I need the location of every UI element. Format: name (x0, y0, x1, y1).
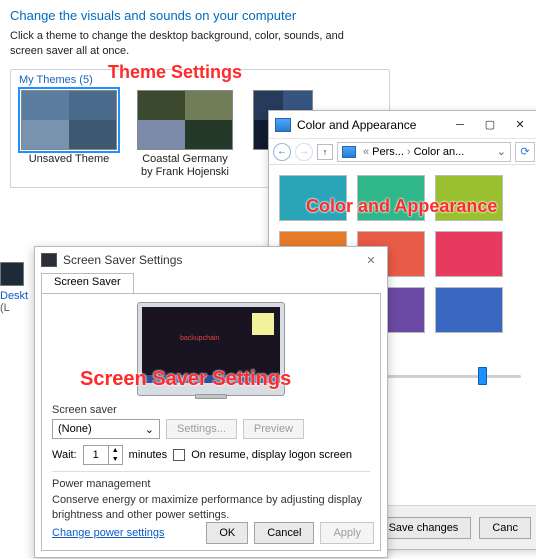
preview-button: Preview (243, 419, 304, 439)
slider-thumb[interactable] (478, 367, 487, 385)
theme-item[interactable]: Unsaved Theme (19, 90, 119, 179)
power-management-label: Power management (52, 478, 370, 490)
window-icon (41, 253, 57, 267)
cancel-button[interactable]: Cancel (254, 522, 314, 544)
color-swatch[interactable] (357, 175, 425, 221)
ok-button[interactable]: OK (206, 522, 248, 544)
theme-name: Coastal Germany by Frank Hojenski (135, 153, 235, 179)
screen-saver-window: Screen Saver Settings ✕ Screen Saver bac… (34, 246, 388, 558)
wait-label: Wait: (52, 449, 77, 461)
color-swatch[interactable] (435, 231, 503, 277)
chevron-down-icon: ⌄ (145, 423, 154, 436)
breadcrumb[interactable]: « Pers... › Color an... ⌄ (337, 142, 511, 162)
color-swatch[interactable] (279, 175, 347, 221)
preview-monitor: backupchain (137, 302, 285, 396)
minimize-button[interactable]: ─ (447, 116, 473, 134)
window-title: Color and Appearance (297, 118, 447, 132)
preview-logo: backupchain (180, 335, 219, 342)
wait-spinner[interactable]: ▲▼ (83, 445, 123, 465)
spin-up-icon[interactable]: ▲ (108, 446, 122, 455)
page-title: Change the visuals and sounds on your co… (10, 8, 390, 23)
chevron-down-icon[interactable]: ⌄ (497, 145, 506, 158)
theme-name: Unsaved Theme (29, 153, 110, 166)
sticky-note-icon (252, 313, 274, 335)
cancel-button[interactable]: Canc (479, 517, 531, 539)
apply-button: Apply (320, 522, 374, 544)
window-title: Screen Saver Settings (63, 253, 361, 267)
close-button[interactable]: ✕ (361, 254, 381, 267)
forward-button[interactable]: → (295, 143, 313, 161)
breadcrumb-item[interactable]: Pers... (372, 146, 404, 158)
theme-item[interactable]: Coastal Germany by Frank Hojenski (135, 90, 235, 179)
save-changes-button[interactable]: Save changes (376, 517, 472, 539)
breadcrumb-item[interactable]: Color an... (414, 146, 465, 158)
up-button[interactable]: ↑ (317, 144, 333, 160)
wait-units: minutes (129, 449, 168, 461)
resume-label: On resume, display logon screen (191, 449, 352, 461)
theme-thumbnail[interactable] (137, 90, 233, 150)
sidebar-links: Deskt (L (0, 262, 28, 314)
nav-bar: ← → ↑ « Pers... › Color an... ⌄ ⟳ (269, 139, 536, 165)
refresh-button[interactable]: ⟳ (515, 142, 535, 162)
maximize-button[interactable]: ▢ (477, 116, 503, 134)
group-label: Screen saver (52, 404, 370, 416)
power-management-desc: Conserve energy or maximize performance … (52, 493, 370, 523)
change-power-settings-link[interactable]: Change power settings (52, 527, 165, 539)
sidebar-desktop-link[interactable]: Deskt (0, 290, 28, 302)
close-button[interactable]: ✕ (507, 116, 533, 134)
tab-screensaver[interactable]: Screen Saver (41, 273, 134, 293)
breadcrumb-icon (342, 146, 356, 158)
resume-checkbox[interactable] (173, 449, 185, 461)
desktop-icon (0, 262, 24, 286)
sidebar-text: (L (0, 302, 10, 314)
combo-value: (None) (58, 423, 92, 435)
back-button[interactable]: ← (273, 143, 291, 161)
settings-button: Settings... (166, 419, 237, 439)
window-icon (275, 118, 291, 132)
my-themes-header: My Themes (5) (19, 74, 381, 86)
titlebar[interactable]: Color and Appearance ─ ▢ ✕ (269, 111, 536, 139)
color-swatch[interactable] (435, 287, 503, 333)
titlebar[interactable]: Screen Saver Settings ✕ (35, 247, 387, 273)
page-description: Click a theme to change the desktop back… (10, 29, 370, 59)
color-swatch[interactable] (435, 175, 503, 221)
theme-thumbnail[interactable] (21, 90, 117, 150)
wait-input[interactable] (84, 446, 108, 464)
spin-down-icon[interactable]: ▼ (108, 455, 122, 464)
screensaver-combo[interactable]: (None) ⌄ (52, 419, 160, 439)
